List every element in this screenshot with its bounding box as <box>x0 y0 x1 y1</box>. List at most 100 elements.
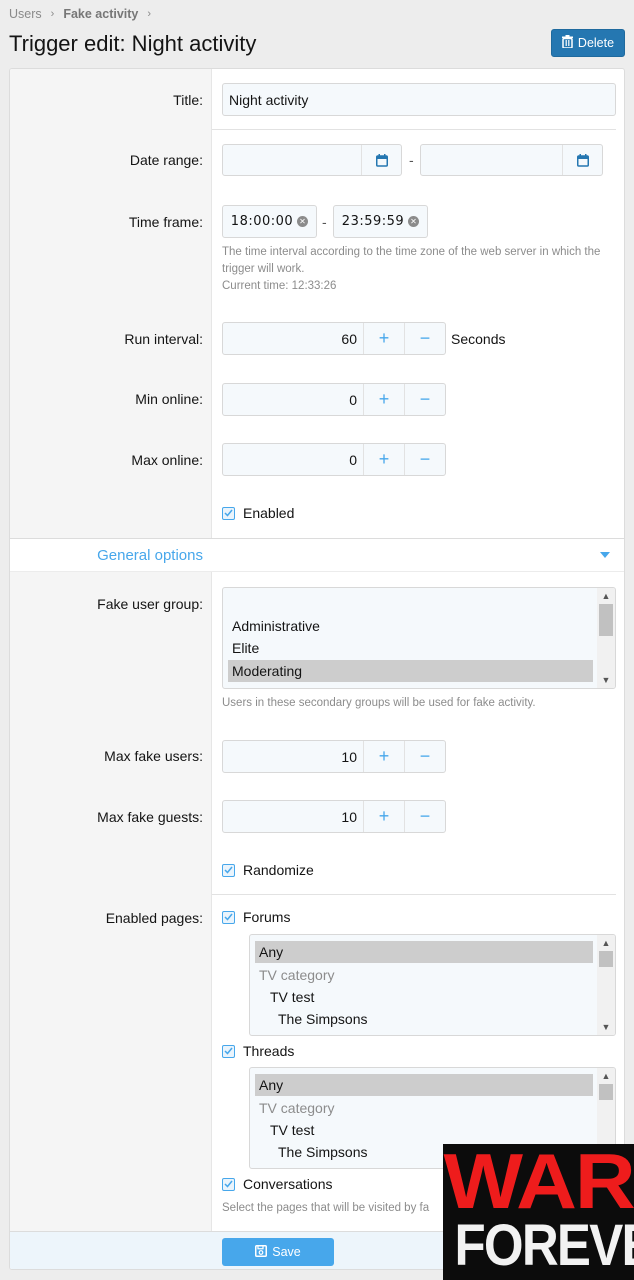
decrement-button[interactable]: − <box>404 801 445 832</box>
max-fake-users-label: Max fake users: <box>104 748 203 764</box>
trash-icon <box>561 35 573 51</box>
clear-icon[interactable]: ✕ <box>408 216 420 227</box>
decrement-button[interactable]: − <box>404 741 445 772</box>
increment-button[interactable]: + <box>363 741 404 772</box>
calendar-icon[interactable] <box>562 145 602 175</box>
checkbox-checked-icon[interactable] <box>222 863 235 877</box>
save-button[interactable]: Save <box>222 1238 334 1266</box>
scroll-down-icon[interactable]: ▼ <box>597 672 615 688</box>
forums-label: Forums <box>243 909 291 925</box>
checkbox-checked-icon[interactable] <box>222 1044 235 1058</box>
time-frame-hint: The time interval according to the time … <box>222 244 618 295</box>
date-range-end-input[interactable] <box>420 144 603 176</box>
randomize-label: Randomize <box>243 862 314 878</box>
conversations-checkbox[interactable]: Conversations <box>222 1176 333 1192</box>
min-online-stepper[interactable]: 0 + − <box>222 383 446 416</box>
scrollbar-thumb[interactable] <box>599 604 613 636</box>
time-frame-separator: - <box>322 214 327 230</box>
chevron-right-icon: › <box>50 8 55 20</box>
min-online-label: Min online: <box>135 391 203 407</box>
scrollbar[interactable]: ▲ ▼ <box>597 588 615 688</box>
option[interactable]: Elite <box>228 637 593 659</box>
date-range-separator: - <box>409 152 414 168</box>
max-fake-users-stepper[interactable]: 10 + − <box>222 740 446 773</box>
title-label: Title: <box>173 92 203 108</box>
conversations-label: Conversations <box>243 1176 333 1192</box>
max-fake-users-value[interactable]: 10 <box>223 741 363 772</box>
delete-button[interactable]: Delete <box>551 29 625 57</box>
calendar-icon[interactable] <box>361 145 401 175</box>
scroll-up-icon[interactable]: ▲ <box>597 588 615 604</box>
scrollbar-thumb[interactable] <box>599 1084 613 1100</box>
option-selected[interactable]: Any <box>255 1074 593 1096</box>
date-start-field[interactable] <box>223 145 361 175</box>
save-icon <box>255 1244 268 1260</box>
scroll-down-icon[interactable]: ▼ <box>597 1019 615 1035</box>
option[interactable]: TV test <box>255 1119 593 1141</box>
increment-button[interactable]: + <box>363 323 404 354</box>
divider <box>212 129 616 130</box>
time-frame-hint-text: The time interval according to the time … <box>222 246 601 275</box>
enabled-checkbox[interactable]: Enabled <box>222 505 294 521</box>
checkbox-checked-icon[interactable] <box>222 910 235 924</box>
fake-user-group-label: Fake user group: <box>97 596 203 612</box>
chevron-right-icon: › <box>147 8 152 20</box>
max-online-stepper[interactable]: 0 + − <box>222 443 446 476</box>
overlay-text-line2: FOREVER <box>454 1213 634 1278</box>
decrement-button[interactable]: − <box>404 444 445 475</box>
scroll-up-icon[interactable]: ▲ <box>597 1068 615 1084</box>
breadcrumb: Users › Fake activity › <box>9 7 151 21</box>
fake-user-group-select[interactable]: Administrative Elite Moderating ▲ ▼ <box>222 587 616 689</box>
page-title: Trigger edit: Night activity <box>9 31 257 56</box>
max-fake-guests-stepper[interactable]: 10 + − <box>222 800 446 833</box>
time-frame-label: Time frame: <box>128 214 203 230</box>
checkbox-checked-icon[interactable] <box>222 506 235 520</box>
option-category: TV category <box>259 1100 335 1116</box>
date-end-field[interactable] <box>421 145 562 175</box>
time-end-value: 23:59:59 <box>341 214 405 229</box>
checkbox-checked-icon[interactable] <box>222 1177 235 1191</box>
fake-user-group-hint: Users in these secondary groups will be … <box>222 697 536 709</box>
option[interactable] <box>228 592 593 614</box>
option-selected[interactable]: Any <box>255 941 593 963</box>
run-interval-unit: Seconds <box>451 331 506 347</box>
run-interval-value[interactable]: 60 <box>223 323 363 354</box>
enabled-pages-hint: Select the pages that will be visited by… <box>222 1202 430 1214</box>
scroll-up-icon[interactable]: ▲ <box>597 935 615 951</box>
forums-checkbox[interactable]: Forums <box>222 909 290 925</box>
increment-button[interactable]: + <box>363 384 404 415</box>
war-forever-overlay-image: WAR FOREVER <box>443 1144 634 1280</box>
current-time: Current time: 12:33:26 <box>222 280 337 292</box>
max-online-label: Max online: <box>131 452 203 468</box>
divider <box>212 894 616 895</box>
increment-button[interactable]: + <box>363 444 404 475</box>
option[interactable]: The Simpsons <box>255 1008 593 1030</box>
title-input[interactable]: Night activity <box>222 83 616 116</box>
option-selected[interactable]: Moderating <box>228 660 593 682</box>
decrement-button[interactable]: − <box>404 384 445 415</box>
title-value: Night activity <box>229 91 309 108</box>
increment-button[interactable]: + <box>363 801 404 832</box>
threads-checkbox[interactable]: Threads <box>222 1043 294 1059</box>
scrollbar-thumb[interactable] <box>599 951 613 967</box>
run-interval-stepper[interactable]: 60 + − <box>222 322 446 355</box>
caret-down-icon[interactable] <box>600 552 610 558</box>
time-frame-end-input[interactable]: 23:59:59 ✕ <box>333 205 428 238</box>
breadcrumb-fake-activity[interactable]: Fake activity <box>63 7 138 21</box>
randomize-checkbox[interactable]: Randomize <box>222 862 314 878</box>
time-frame-start-input[interactable]: 18:00:00 ✕ <box>222 205 317 238</box>
general-options-header[interactable]: General options <box>10 538 624 572</box>
max-fake-guests-value[interactable]: 10 <box>223 801 363 832</box>
option[interactable]: Administrative <box>228 615 593 637</box>
clear-icon[interactable]: ✕ <box>297 216 309 227</box>
date-range-start-input[interactable] <box>222 144 402 176</box>
option[interactable]: TV test <box>255 986 593 1008</box>
forums-select[interactable]: Any TV category TV test The Simpsons ▲ ▼ <box>249 934 616 1036</box>
scrollbar[interactable]: ▲ ▼ <box>597 935 615 1035</box>
max-online-value[interactable]: 0 <box>223 444 363 475</box>
min-online-value[interactable]: 0 <box>223 384 363 415</box>
label-column <box>10 69 212 1269</box>
breadcrumb-users[interactable]: Users <box>9 7 42 21</box>
decrement-button[interactable]: − <box>404 323 445 354</box>
delete-label: Delete <box>577 36 615 50</box>
